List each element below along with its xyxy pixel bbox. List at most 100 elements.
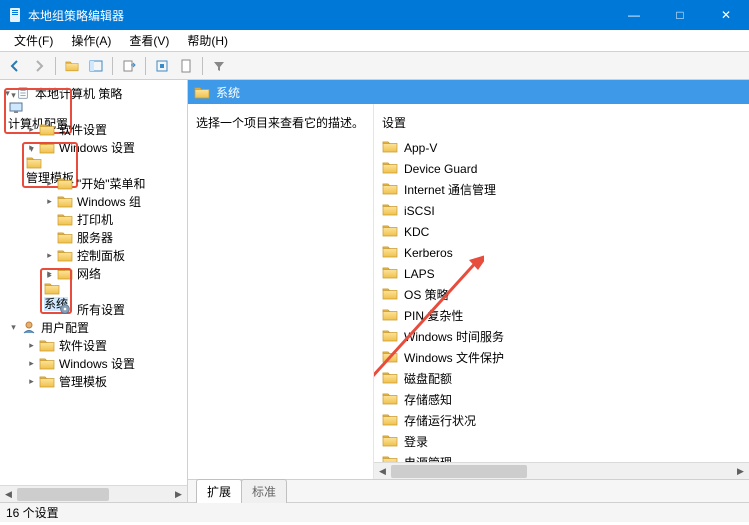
tree-label: "开始"菜单和 [77,175,146,192]
tree-label: 网络 [77,265,101,282]
settings-list[interactable]: 设置 App-V Device Guard Internet 通信管理 iSCSI KD… [374,104,749,479]
tree-u-software[interactable]: ▸软件设置 [0,336,187,354]
app-icon [8,7,22,23]
close-button[interactable]: ✕ [703,0,749,30]
item-label: 登录 [404,433,428,450]
item-label: Internet 通信管理 [404,181,496,198]
tree-u-windows[interactable]: ▸Windows 设置 [0,354,187,372]
list-item[interactable]: Windows 时间服务 [374,326,749,347]
list-item[interactable]: iSCSI [374,200,749,221]
tree-label: 打印机 [77,211,113,228]
tab-extended[interactable]: 扩展 [196,479,242,503]
folder-icon [382,350,398,366]
minimize-button[interactable]: — [611,0,657,30]
description-text: 选择一个项目来查看它的描述。 [196,114,365,131]
folder-icon [39,374,55,388]
expander-icon[interactable]: ▾ [8,90,19,101]
tree-pane[interactable]: ▾ 本地计算机 策略 ▾ 计算机配置 ▸软件设置 ▸Windows 设置 ▾ 管… [0,80,188,502]
list-item[interactable]: 存储运行状况 [374,410,749,431]
forward-button[interactable] [28,55,50,77]
settings-icon [57,302,73,316]
list-item[interactable]: Device Guard [374,158,749,179]
show-hide-tree-button[interactable] [85,55,107,77]
folder-icon [39,356,55,370]
list-hscrollbar[interactable]: ◀ ▶ [374,462,749,479]
pane-header: 系统 [188,80,749,104]
item-label: Device Guard [404,162,477,176]
tree-label: 所有设置 [77,301,125,318]
expander-icon[interactable]: ▸ [44,270,55,281]
tree-admin-templates[interactable]: ▾ 管理模板 [0,156,187,174]
tab-standard[interactable]: 标准 [241,479,287,503]
expander-icon[interactable]: ▸ [26,376,37,387]
list-item[interactable]: Windows 文件保护 [374,347,749,368]
item-label: KDC [404,225,429,239]
item-label: OS 策略 [404,286,449,303]
column-header[interactable]: 设置 [374,110,749,137]
tree-network[interactable]: ▸ 网络 [0,264,187,282]
expander-icon[interactable]: ▸ [44,196,55,207]
menu-view[interactable]: 查看(V) [121,30,177,51]
list-item[interactable]: 磁盘配额 [374,368,749,389]
refresh-button[interactable] [151,55,173,77]
expander-icon[interactable]: ▸ [44,178,55,189]
folder-icon [382,224,398,240]
menu-help[interactable]: 帮助(H) [179,30,236,51]
expander-icon[interactable]: ▾ [8,322,19,333]
folder-icon [382,434,398,450]
tree-windows-components[interactable]: ▸ Windows 组 [0,192,187,210]
export-button[interactable] [118,55,140,77]
tree-all-settings[interactable]: ▸所有设置 [0,300,187,318]
tree-system[interactable]: ▸ 系统 [0,282,187,300]
help-button[interactable] [175,55,197,77]
item-label: 磁盘配额 [404,370,452,387]
scroll-left-button[interactable]: ◀ [0,486,17,503]
expander-icon[interactable]: ▸ [26,340,37,351]
folder-icon [57,176,73,190]
folder-icon [44,281,60,295]
list-item[interactable]: KDC [374,221,749,242]
folder-icon [39,122,55,136]
tree-server[interactable]: ▸服务器 [0,228,187,246]
list-item[interactable]: Kerberos [374,242,749,263]
menu-file[interactable]: 文件(F) [6,30,61,51]
expander-icon[interactable]: ▸ [26,124,37,135]
item-label: Kerberos [404,246,453,260]
list-item[interactable]: 存储感知 [374,389,749,410]
folder-icon [382,266,398,282]
tree-control-panel[interactable]: ▸控制面板 [0,246,187,264]
list-item[interactable]: PIN 复杂性 [374,305,749,326]
titlebar: 本地组策略编辑器 — □ ✕ [0,0,749,30]
list-item[interactable]: App-V [374,137,749,158]
tree-u-admin[interactable]: ▸管理模板 [0,372,187,390]
folder-icon [382,203,398,219]
tree-printers[interactable]: ▸打印机 [0,210,187,228]
expander-icon[interactable]: ▸ [26,358,37,369]
filter-button[interactable] [208,55,230,77]
up-button[interactable] [61,55,83,77]
item-label: iSCSI [404,204,435,218]
folder-icon [382,287,398,303]
list-item[interactable]: LAPS [374,263,749,284]
menu-action[interactable]: 操作(A) [63,30,119,51]
maximize-button[interactable]: □ [657,0,703,30]
tree-label: Windows 组 [77,193,141,210]
tree-start-menu[interactable]: ▸ "开始"菜单和 [0,174,187,192]
description-panel: 选择一个项目来查看它的描述。 [188,104,374,479]
tree-computer-config[interactable]: ▾ 计算机配置 [0,102,187,120]
scroll-right-button[interactable]: ▶ [732,463,749,480]
expander-icon[interactable]: ▸ [44,250,55,261]
user-icon [21,320,37,334]
tree-user-config[interactable]: ▾用户配置 [0,318,187,336]
expander-icon[interactable]: ▾ [26,144,37,155]
scroll-left-button[interactable]: ◀ [374,463,391,480]
list-item[interactable]: OS 策略 [374,284,749,305]
tree-software-settings[interactable]: ▸软件设置 [0,120,187,138]
folder-icon [382,245,398,261]
tree-hscrollbar[interactable]: ◀ ▶ [0,485,187,502]
list-item[interactable]: Internet 通信管理 [374,179,749,200]
list-item[interactable]: 登录 [374,431,749,452]
back-button[interactable] [4,55,26,77]
scroll-right-button[interactable]: ▶ [170,486,187,503]
folder-icon [194,86,210,99]
